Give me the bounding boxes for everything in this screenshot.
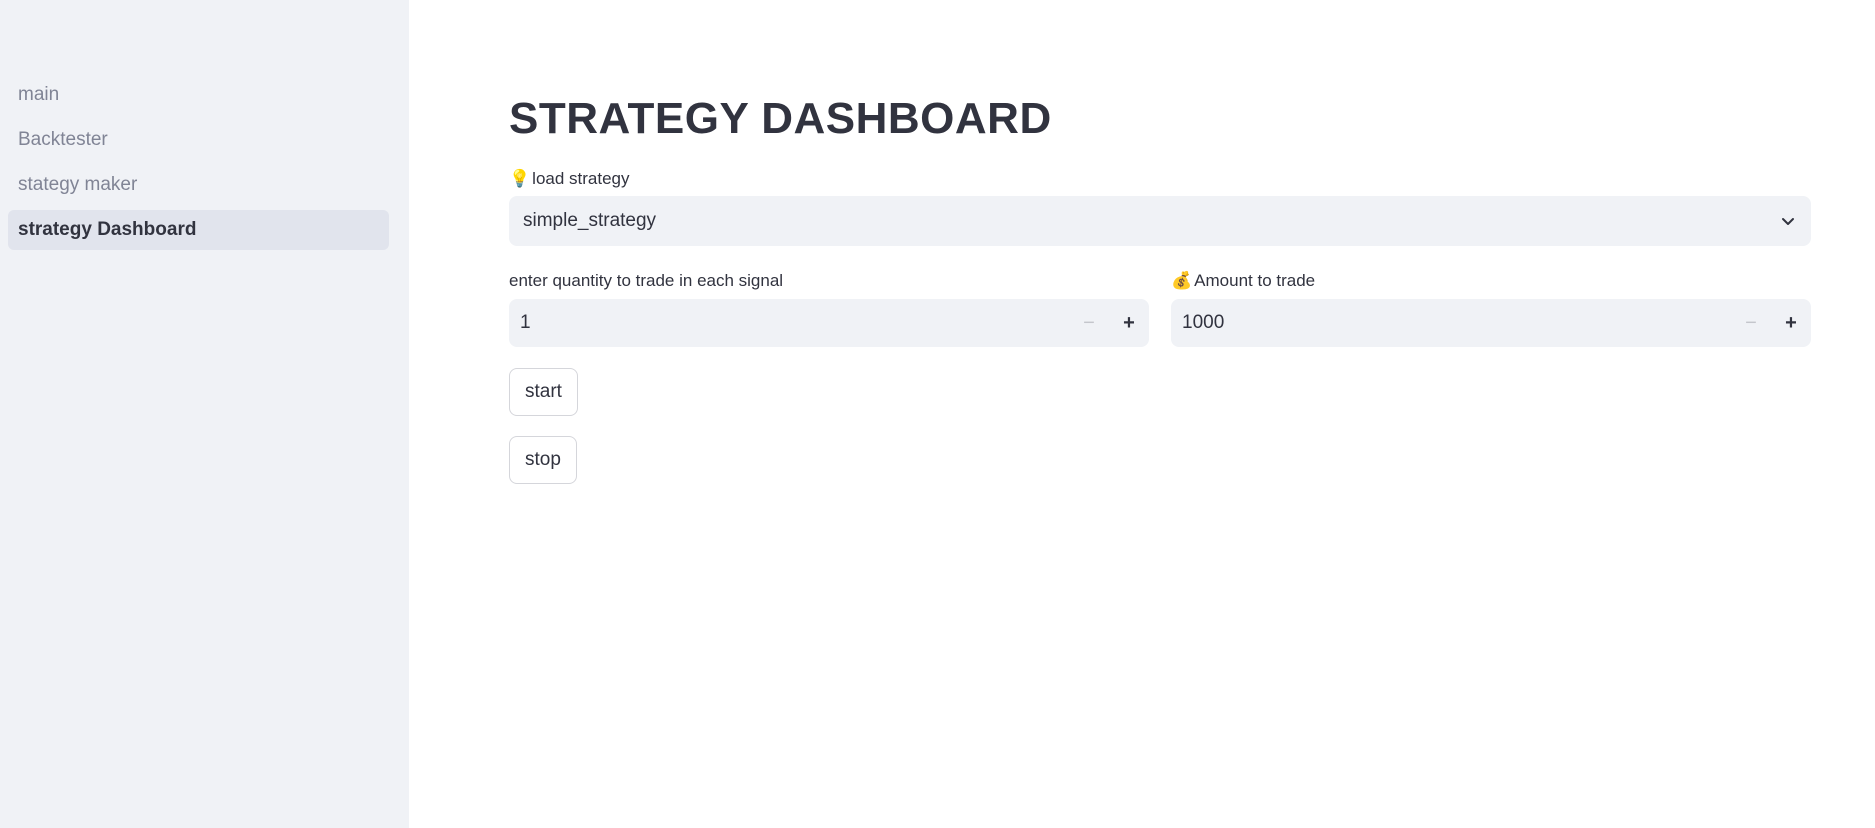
load-strategy-label: 💡 load strategy: [509, 168, 1811, 190]
inputs-row: enter quantity to trade in each signal 1…: [509, 270, 1811, 347]
sidebar-item-label: Backtester: [18, 129, 108, 150]
sidebar-item-label: strategy Dashboard: [18, 219, 197, 240]
quantity-block: enter quantity to trade in each signal 1…: [509, 270, 1149, 347]
stop-button[interactable]: stop: [509, 436, 577, 484]
page-title: STRATEGY DASHBOARD: [509, 94, 1052, 143]
sidebar-item-label: main: [18, 84, 60, 105]
amount-label: 💰 Amount to trade: [1171, 270, 1811, 292]
amount-input[interactable]: 1000: [1182, 312, 1731, 334]
money-bag-icon: 💰: [1171, 271, 1193, 290]
sidebar-item-stategy-maker[interactable]: stategy maker: [8, 165, 389, 205]
lightbulb-icon: 💡: [509, 169, 531, 188]
amount-label-text: Amount to trade: [1194, 271, 1316, 290]
quantity-stepper[interactable]: 1 − +: [509, 299, 1149, 347]
amount-decrement-button[interactable]: −: [1731, 299, 1771, 347]
strategy-select-value: simple_strategy: [523, 210, 657, 231]
start-button[interactable]: start: [509, 368, 578, 416]
load-strategy-block: 💡 load strategy simple_strategy: [509, 168, 1811, 246]
sidebar: main Backtester stategy maker strategy D…: [0, 0, 409, 828]
strategy-select[interactable]: simple_strategy: [509, 196, 1811, 246]
load-strategy-label-text: load strategy: [532, 169, 630, 188]
sidebar-item-label: stategy maker: [18, 174, 138, 195]
quantity-input[interactable]: 1: [520, 312, 1069, 334]
main-area: STRATEGY DASHBOARD 💡 load strategy simpl…: [409, 0, 1875, 828]
quantity-increment-button[interactable]: +: [1109, 299, 1149, 347]
sidebar-nav: main Backtester stategy maker strategy D…: [8, 75, 389, 255]
quantity-label: enter quantity to trade in each signal: [509, 271, 784, 290]
stop-button-wrap: stop: [509, 436, 1811, 484]
amount-stepper[interactable]: 1000 − +: [1171, 299, 1811, 347]
start-button-wrap: start: [509, 368, 1811, 416]
main-content: STRATEGY DASHBOARD 💡 load strategy simpl…: [509, 88, 1811, 484]
quantity-decrement-button[interactable]: −: [1069, 299, 1109, 347]
chevron-down-icon: [1779, 212, 1797, 230]
sidebar-item-main[interactable]: main: [8, 75, 389, 115]
amount-block: 💰 Amount to trade 1000 − +: [1171, 270, 1811, 347]
sidebar-item-strategy-dashboard[interactable]: strategy Dashboard: [8, 210, 389, 250]
sidebar-item-backtester[interactable]: Backtester: [8, 120, 389, 160]
amount-increment-button[interactable]: +: [1771, 299, 1811, 347]
